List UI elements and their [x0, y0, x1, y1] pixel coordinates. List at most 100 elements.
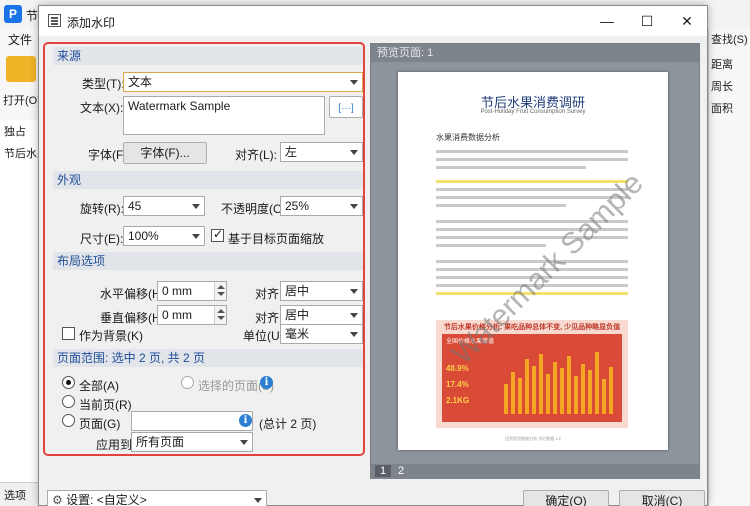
- unit-select[interactable]: 毫米: [280, 324, 363, 344]
- range-current-radio[interactable]: [62, 395, 75, 408]
- options-button[interactable]: 选项: [4, 487, 26, 503]
- v-offset-stepper[interactable]: [214, 306, 226, 324]
- info-icon[interactable]: i: [260, 376, 273, 389]
- page-section-heading: 水果消费数据分析: [436, 133, 500, 142]
- exclusive-tool[interactable]: 独占: [4, 123, 26, 139]
- range-all-radio[interactable]: [62, 376, 75, 389]
- page-subtitle: Post-Holiday Fruit Consumption Survey: [480, 109, 586, 115]
- layout-section-header: 布局选项: [53, 252, 363, 270]
- settings-preset-value: 设置: <自定义>: [66, 493, 147, 506]
- text-line: [436, 244, 546, 247]
- chevron-down-icon: [254, 498, 262, 503]
- as-background-checkbox[interactable]: [62, 327, 75, 340]
- left-sidebar: [0, 120, 42, 506]
- text-line: [436, 158, 628, 161]
- apply-to-value: 所有页面: [136, 435, 185, 449]
- pages-input[interactable]: [131, 411, 253, 431]
- size-label: 尺寸(E):: [80, 232, 124, 246]
- maximize-icon[interactable]: ☐: [627, 6, 667, 36]
- align-label: 对齐(L):: [235, 148, 278, 162]
- scale-to-page-checkbox[interactable]: [211, 227, 224, 242]
- open-folder-icon[interactable]: [6, 56, 36, 82]
- field-code-icon: [···]: [338, 103, 354, 114]
- infographic-bar: [518, 378, 522, 414]
- range-pages-label: 页面(G): [79, 417, 121, 431]
- h-align-value: 居中: [285, 284, 310, 298]
- range-pages-radio[interactable]: [62, 414, 75, 427]
- text-line: [436, 166, 586, 169]
- rotation-input[interactable]: 45: [123, 196, 205, 216]
- dialog-title: 添加水印: [67, 16, 116, 30]
- h-align-select[interactable]: 居中: [280, 281, 363, 301]
- infographic-bar: [602, 379, 606, 414]
- settings-preset-select[interactable]: ⚙ 设置: <自定义>: [47, 490, 267, 506]
- align-select[interactable]: 左: [280, 142, 363, 162]
- text-label: 文本(X):: [80, 101, 124, 115]
- perimeter-tool[interactable]: 周长: [711, 78, 733, 94]
- chevron-down-icon: [350, 204, 358, 209]
- v-align-value: 居中: [285, 308, 310, 322]
- infographic-bar: [504, 384, 508, 414]
- unit-value: 毫米: [285, 327, 310, 341]
- ok-button[interactable]: 确定(O): [523, 490, 609, 506]
- page-range-header: 页面范围: 选中 2 页, 共 2 页: [53, 349, 363, 367]
- close-icon[interactable]: ✕: [667, 6, 707, 36]
- preview-page-2[interactable]: 2: [393, 465, 409, 477]
- range-selected-radio[interactable]: [181, 376, 194, 389]
- distance-tool[interactable]: 距离: [711, 56, 733, 72]
- size-value: 100%: [128, 229, 159, 243]
- text-line: [436, 188, 628, 191]
- infographic-bar: [581, 364, 585, 414]
- minimize-icon[interactable]: —: [587, 6, 627, 36]
- v-offset-value: 0 mm: [162, 308, 192, 322]
- text-input-value: Watermark Sample: [128, 99, 231, 113]
- rotation-value: 45: [128, 199, 142, 213]
- type-select[interactable]: 文本: [123, 72, 363, 92]
- appearance-section-header: 外观: [53, 171, 363, 189]
- apply-to-select[interactable]: 所有页面: [131, 432, 253, 452]
- page-footer: 回到首页数据分析 节后数据 1/2: [505, 436, 561, 441]
- source-section-header: 来源: [53, 47, 363, 65]
- rotation-label: 旋转(R):: [80, 202, 124, 216]
- v-offset-input[interactable]: 0 mm: [157, 305, 227, 325]
- chevron-down-icon: [350, 332, 358, 337]
- infographic-bar: [525, 359, 529, 414]
- size-select[interactable]: 100%: [123, 226, 205, 246]
- h-offset-input[interactable]: 0 mm: [157, 281, 227, 301]
- chevron-down-icon: [240, 440, 248, 445]
- h-align-label: 对齐:: [255, 287, 283, 301]
- cancel-button[interactable]: 取消(C): [619, 490, 705, 506]
- apply-to-label: 应用到:: [96, 438, 136, 452]
- infographic-bar: [539, 354, 543, 414]
- preview-page-1[interactable]: 1: [375, 465, 391, 477]
- info-icon[interactable]: i: [239, 414, 252, 427]
- infographic-bar: [609, 367, 613, 414]
- v-align-select[interactable]: 居中: [280, 305, 363, 325]
- chevron-down-icon: [350, 313, 358, 318]
- chevron-down-icon: [192, 234, 200, 239]
- app-logo-icon: P: [4, 5, 22, 23]
- h-offset-stepper[interactable]: [214, 282, 226, 300]
- text-input[interactable]: Watermark Sample: [123, 96, 325, 135]
- preview-header: 预览页面: 1: [371, 44, 699, 62]
- text-line: [436, 204, 566, 207]
- preview-panel: 预览页面: 1 节后水果消费调研 Post-Holiday Fruit Cons…: [370, 43, 700, 479]
- dialog-footer: ⚙ 设置: <自定义> 确定(O) 取消(C): [39, 484, 707, 506]
- font-button[interactable]: 字体(F)...: [123, 142, 207, 164]
- as-background-label: 作为背景(K): [79, 329, 143, 343]
- find-button[interactable]: 查找(S): [711, 31, 748, 47]
- menu-file[interactable]: 文件: [8, 31, 32, 48]
- badge-value-3: 2.1KG: [446, 396, 470, 405]
- preview-page: 节后水果消费调研 Post-Holiday Fruit Consumption …: [398, 72, 668, 450]
- opacity-value: 25%: [285, 199, 310, 213]
- opacity-select[interactable]: 25%: [280, 196, 363, 216]
- infographic-bar: [560, 368, 564, 414]
- insert-field-button[interactable]: [···]: [329, 96, 363, 118]
- text-line: [436, 150, 628, 153]
- preview-page-tabs: 1 2: [371, 464, 699, 479]
- chevron-down-icon: [350, 150, 358, 155]
- area-tool[interactable]: 面积: [711, 100, 733, 116]
- infographic-bar: [546, 374, 550, 414]
- infographic-bar: [595, 352, 599, 414]
- gear-icon: ⚙: [52, 493, 63, 506]
